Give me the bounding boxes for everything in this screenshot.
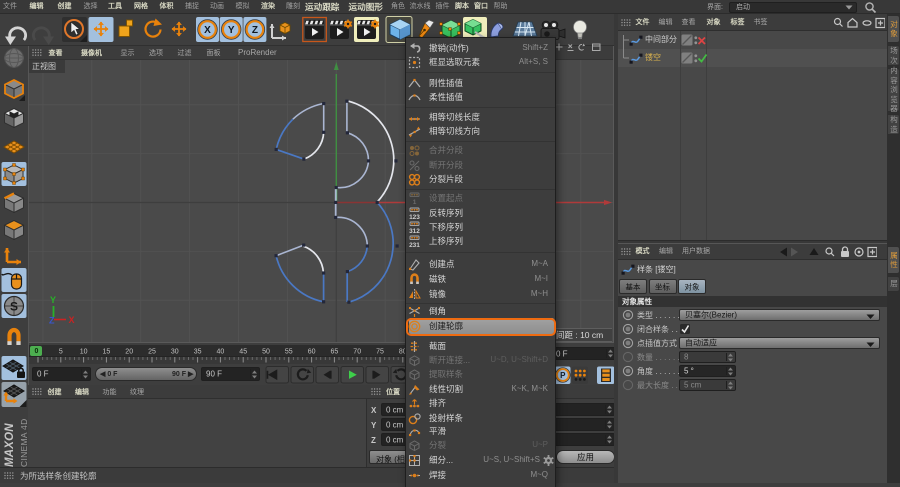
svg-text:Z: Z	[49, 316, 55, 326]
svg-text:X: X	[69, 315, 75, 325]
svg-text:40: 40	[217, 349, 225, 356]
svg-text:75: 75	[376, 349, 384, 356]
svg-text:25: 25	[148, 349, 156, 356]
svg-text:S: S	[10, 300, 18, 314]
svg-text:30: 30	[171, 349, 179, 356]
svg-text:5: 5	[59, 349, 63, 356]
svg-text:231: 231	[409, 242, 420, 248]
svg-text:X: X	[204, 25, 211, 36]
svg-text:55: 55	[285, 349, 293, 356]
svg-text:Y: Y	[50, 295, 56, 305]
svg-text:50: 50	[262, 349, 270, 356]
svg-text:10: 10	[80, 349, 88, 356]
svg-text:312: 312	[409, 228, 420, 234]
svg-text:20: 20	[125, 349, 133, 356]
svg-text:45: 45	[239, 349, 247, 356]
svg-text:60: 60	[308, 349, 316, 356]
svg-text:35: 35	[194, 349, 202, 356]
svg-text:65: 65	[331, 349, 339, 356]
svg-text:P: P	[560, 371, 566, 380]
svg-text:Y: Y	[228, 25, 235, 36]
svg-text:1: 1	[412, 199, 416, 205]
svg-text:123: 123	[409, 214, 420, 220]
svg-text:Z: Z	[252, 25, 258, 36]
svg-text:70: 70	[353, 349, 361, 356]
svg-text:15: 15	[103, 349, 111, 356]
